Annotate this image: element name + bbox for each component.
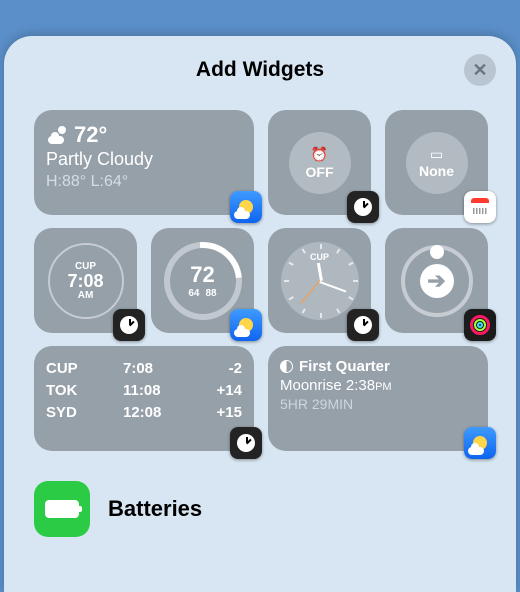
widget-moon[interactable]: First Quarter Moonrise 2:38PM 5HR 29MIN <box>268 346 488 451</box>
widget-calendar[interactable]: ▭ None <box>385 110 488 215</box>
analog-clock: CUP <box>281 242 359 320</box>
wc-time: 11:08 <box>123 380 179 402</box>
widget-activity[interactable]: ➔ <box>385 228 488 333</box>
moon-event-ampm: PM <box>375 381 392 393</box>
widget-alarm[interactable]: ⏰ OFF <box>268 110 371 215</box>
weather-condition: Partly Cloudy <box>46 149 242 170</box>
moon-phase-icon <box>280 360 293 373</box>
gauge-low: 64 <box>188 288 199 299</box>
widget-clock-analog[interactable]: CUP <box>268 228 371 333</box>
gauge-temp: 72 <box>190 262 214 288</box>
clock-app-badge <box>230 427 262 459</box>
sheet-title: Add Widgets <box>4 58 516 82</box>
wc-city: TOK <box>46 380 94 402</box>
gauge-hl: 64 88 <box>188 288 216 299</box>
clock-city: CUP <box>75 261 96 272</box>
partly-cloudy-icon <box>46 126 68 144</box>
add-widgets-sheet: Add Widgets ✕ 72° Partly Cloudy H:88° L:… <box>4 36 516 592</box>
wc-time: 7:08 <box>123 358 179 380</box>
alarm-label: OFF <box>306 164 334 180</box>
clock-app-badge <box>113 309 145 341</box>
weather-app-badge <box>230 191 262 223</box>
weather-temp-row: 72° <box>46 122 242 148</box>
calendar-label: None <box>419 163 454 179</box>
widgets-grid: 72° Partly Cloudy H:88° L:64° ⏰ OFF ▭ No… <box>4 110 516 451</box>
arrow-right-icon: ➔ <box>420 264 454 298</box>
moon-phase: First Quarter <box>299 358 390 375</box>
wc-offset: +14 <box>208 380 242 402</box>
clock-time: 7:08 <box>67 272 103 290</box>
wc-offset: -2 <box>208 358 242 380</box>
temp-gauge: 72 64 88 <box>164 242 242 320</box>
activity-dot-icon <box>430 245 444 259</box>
batteries-app-icon <box>34 481 90 537</box>
widget-temp-gauge[interactable]: 72 64 88 <box>151 228 254 333</box>
wc-offset: +15 <box>208 402 242 424</box>
calendar-app-badge <box>464 191 496 223</box>
clock-digital-circle: CUP 7:08 AM <box>48 243 124 319</box>
clock-app-badge <box>347 309 379 341</box>
batteries-label: Batteries <box>108 496 202 522</box>
analog-city: CUP <box>310 252 329 262</box>
weather-temp: 72° <box>74 122 107 148</box>
calendar-icon: ▭ <box>430 146 443 163</box>
moon-event-row: Moonrise 2:38PM <box>280 377 476 394</box>
sheet-header: Add Widgets ✕ <box>4 58 516 82</box>
widget-world-clocks[interactable]: CUP 7:08 -2 TOK 11:08 +14 SYD 12:08 +15 <box>34 346 254 451</box>
battery-icon <box>45 500 79 518</box>
activity-app-badge <box>464 309 496 341</box>
activity-circle: ➔ <box>401 245 473 317</box>
gauge-high: 88 <box>206 288 217 299</box>
alarm-circle: ⏰ OFF <box>289 132 351 194</box>
wc-city: CUP <box>46 358 94 380</box>
alarm-clock-icon: ⏰ <box>311 146 328 163</box>
moon-event-time: 2:38 <box>346 377 375 394</box>
world-clock-row: CUP 7:08 -2 <box>46 358 242 380</box>
widget-weather-large[interactable]: 72° Partly Cloudy H:88° L:64° <box>34 110 254 215</box>
clock-app-badge <box>347 191 379 223</box>
moon-phase-row: First Quarter <box>280 358 476 375</box>
section-batteries[interactable]: Batteries <box>4 481 516 537</box>
close-button[interactable]: ✕ <box>464 54 496 86</box>
weather-app-badge <box>464 427 496 459</box>
moon-event-label: Moonrise <box>280 377 342 394</box>
widget-clock-digital[interactable]: CUP 7:08 AM <box>34 228 137 333</box>
weather-app-badge <box>230 309 262 341</box>
world-clock-row: SYD 12:08 +15 <box>46 402 242 424</box>
wc-city: SYD <box>46 402 94 424</box>
weather-hi-low: H:88° L:64° <box>46 173 242 191</box>
clock-ampm: AM <box>78 290 94 301</box>
world-clock-row: TOK 11:08 +14 <box>46 380 242 402</box>
calendar-circle: ▭ None <box>406 132 468 194</box>
moon-countdown: 5HR 29MIN <box>280 396 476 412</box>
wc-time: 12:08 <box>123 402 179 424</box>
